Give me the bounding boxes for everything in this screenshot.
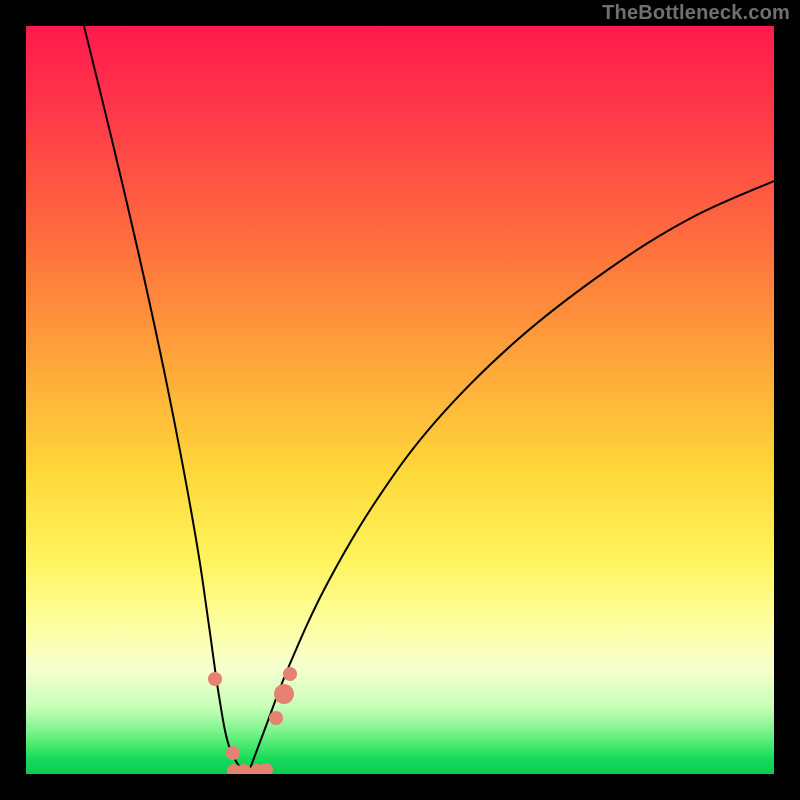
right-point-2 xyxy=(274,684,294,704)
bottom-point-2 xyxy=(237,764,251,774)
chart-overlay xyxy=(26,26,774,774)
bottom-point-1 xyxy=(227,764,241,774)
left-point-2 xyxy=(226,746,240,760)
right-point-1 xyxy=(269,711,283,725)
chart-plot-area xyxy=(26,26,774,774)
bottom-point-3 xyxy=(250,764,264,774)
left-point-1 xyxy=(208,672,222,686)
right-point-3 xyxy=(283,667,297,681)
bottleneck-curve-left xyxy=(84,26,244,774)
bottleneck-curve-right xyxy=(248,181,774,774)
bottom-point-4 xyxy=(259,763,273,774)
attribution-label: TheBottleneck.com xyxy=(602,2,790,25)
marker-group xyxy=(208,667,297,774)
